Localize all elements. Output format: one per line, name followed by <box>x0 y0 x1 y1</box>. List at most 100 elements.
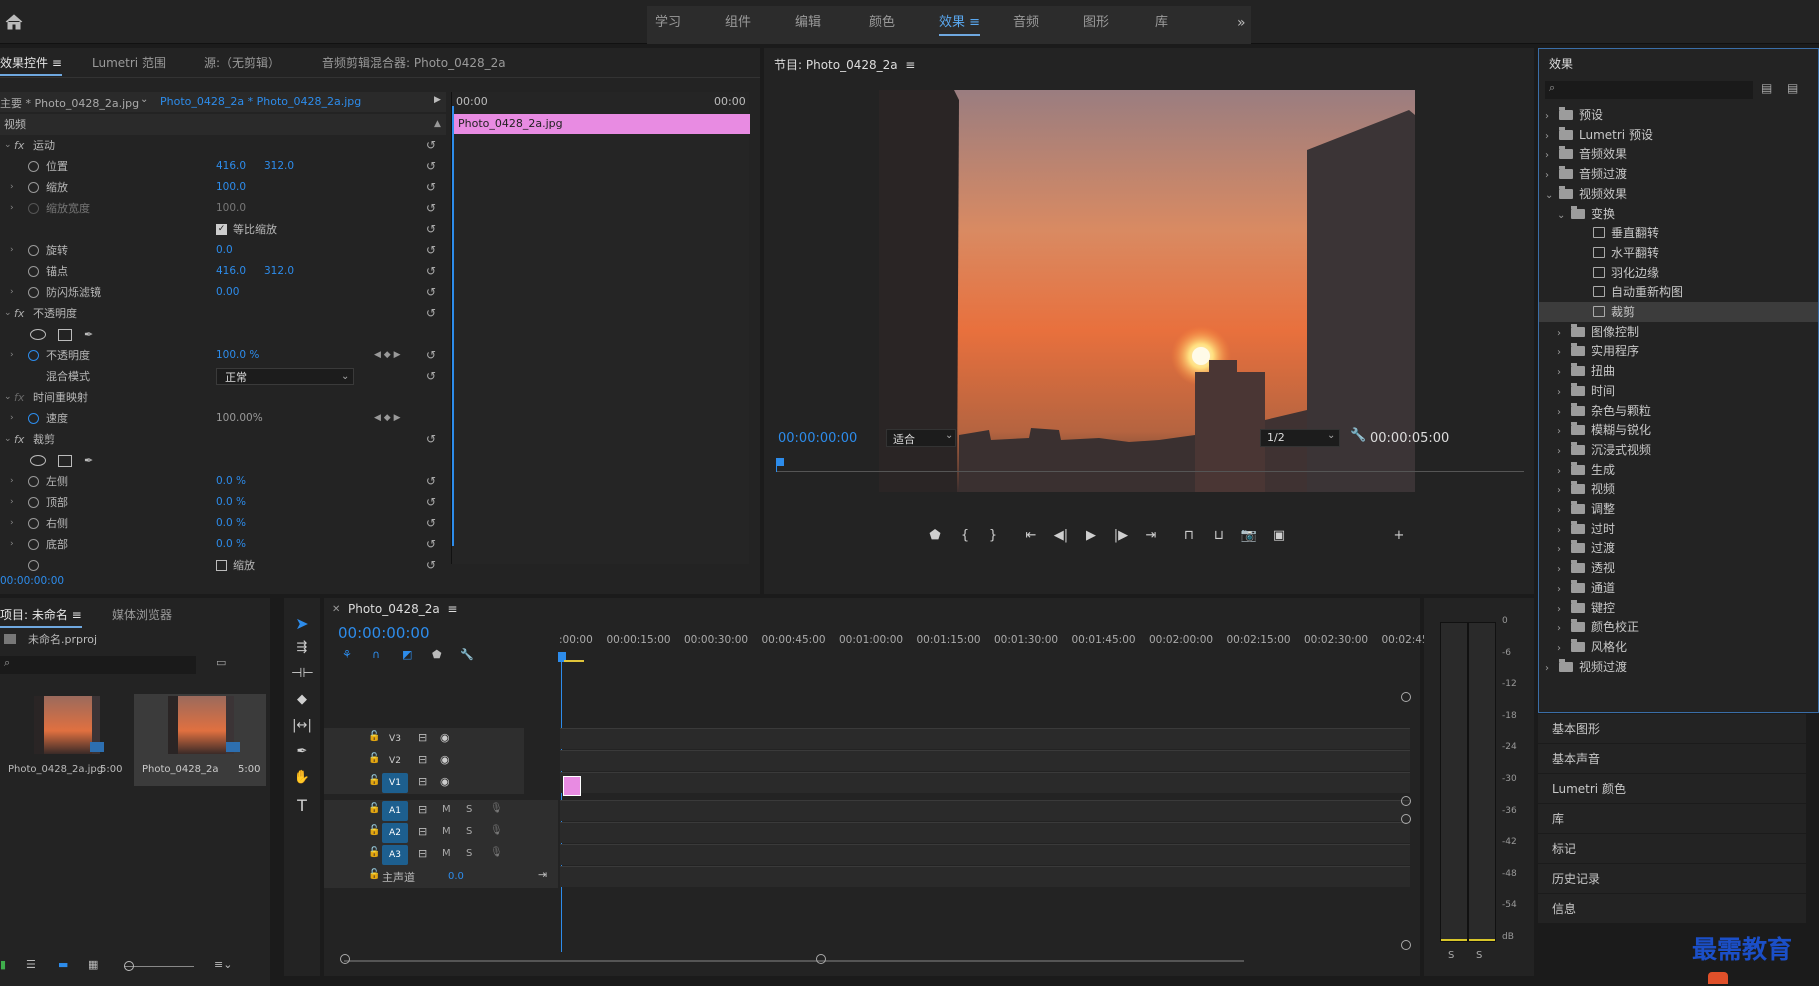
compare-icon[interactable]: ▣ <box>1268 528 1290 543</box>
ellipse-mask-icon[interactable] <box>30 329 46 340</box>
go-to-end-icon[interactable]: ⇥ <box>538 868 547 881</box>
position-x[interactable]: 416.0 <box>216 156 246 177</box>
pen-mask-icon[interactable]: ✒ <box>84 450 93 471</box>
motion-header[interactable]: ⌄ fx 运动 ↺ <box>0 135 446 156</box>
hamburger-icon[interactable]: ≡ <box>965 15 980 30</box>
plus-icon[interactable]: + <box>1388 528 1410 543</box>
step-back-icon[interactable]: ◀| <box>1050 528 1072 543</box>
reset-icon[interactable]: ↺ <box>426 261 436 282</box>
crop-bottom-value[interactable]: 0.0 % <box>216 534 246 555</box>
workspace-tab[interactable]: 组件 <box>725 10 751 36</box>
lock-icon[interactable]: 🔓 <box>368 869 380 880</box>
scroll-handle-right[interactable] <box>816 954 826 964</box>
effect-folder[interactable]: › 生成 <box>1539 460 1818 480</box>
chevron-right-icon[interactable]: › <box>1545 659 1559 679</box>
lock-icon[interactable]: 🔓 <box>368 775 380 786</box>
sync-lock-icon[interactable]: ⊟ <box>418 731 427 744</box>
home-icon[interactable] <box>4 13 24 31</box>
stopwatch-icon[interactable] <box>28 539 39 550</box>
effect-folder[interactable]: › 透视 <box>1539 558 1818 578</box>
sync-lock-icon[interactable]: ⊟ <box>418 847 427 860</box>
pen-tool-icon[interactable]: ✒ <box>291 744 313 759</box>
new-preset-bin-icon[interactable]: ▤ <box>1787 81 1798 95</box>
scroll-handle-left[interactable] <box>340 954 350 964</box>
anchor-x[interactable]: 416.0 <box>216 261 246 282</box>
project-item[interactable]: Photo_0428_2a.jpg 5:00 <box>4 694 124 786</box>
tab-source[interactable]: 源:（无剪辑） <box>204 50 280 76</box>
effect-folder[interactable]: › 扭曲 <box>1539 361 1818 381</box>
tab-media-browser[interactable]: 媒体浏览器 <box>112 602 172 628</box>
effect-folder[interactable]: › 颜色校正 <box>1539 617 1818 637</box>
tab-lumetri-scopes[interactable]: Lumetri 范围 <box>92 50 166 76</box>
track-target-button[interactable]: A3 <box>382 845 408 865</box>
extract-icon[interactable]: ⊔ <box>1208 528 1230 543</box>
video-track-lane[interactable] <box>560 772 1410 793</box>
effect-controls-timecode[interactable]: 00:00:00:00 <box>0 575 64 587</box>
list-view-icon[interactable]: ☰ <box>26 958 36 971</box>
uniform-scale-checkbox[interactable]: ✓ <box>216 224 227 235</box>
stacked-panel-item[interactable]: 基本图形 <box>1538 714 1806 744</box>
effect-item[interactable]: 垂直翻转 <box>1539 223 1818 243</box>
workspace-tab[interactable]: 效果 ≡ <box>939 10 981 36</box>
play-triangle-icon[interactable]: ▶ <box>434 95 441 105</box>
freeform-view-icon[interactable]: ▦ <box>88 958 98 971</box>
timeline-clip[interactable] <box>563 776 581 796</box>
selection-tool-icon[interactable]: ➤ <box>291 614 313 633</box>
lock-icon[interactable]: 🔓 <box>368 753 380 764</box>
effect-folder[interactable]: › 杂色与颗粒 <box>1539 401 1818 421</box>
type-tool-icon[interactable]: T <box>291 796 313 815</box>
tab-effect-controls[interactable]: 效果控件 ≡ <box>0 50 62 76</box>
close-icon[interactable]: ✕ <box>332 604 340 615</box>
project-search-input[interactable]: ⌕ <box>0 656 196 674</box>
program-title[interactable]: 节目: Photo_0428_2a ≡ <box>774 56 915 73</box>
time-remap-header[interactable]: ⌄ fx 时间重映射 <box>0 387 446 408</box>
effect-item[interactable]: 自动重新构图 <box>1539 282 1818 302</box>
workspace-tab[interactable]: 图形 <box>1083 10 1109 36</box>
effect-folder[interactable]: › 预设 <box>1539 105 1818 125</box>
timeline-h-scrollbar[interactable] <box>344 960 1244 962</box>
video-track-lane[interactable] <box>560 750 1410 771</box>
effect-folder[interactable]: ⌄ 视频效果 <box>1539 184 1818 204</box>
sort-icon[interactable]: ≡⌄ <box>214 958 232 971</box>
sync-lock-icon[interactable]: ⊟ <box>418 803 427 816</box>
stacked-panel-item[interactable]: 历史记录 <box>1538 864 1806 894</box>
effect-folder[interactable]: › Lumetri 预设 <box>1539 125 1818 145</box>
add-marker-icon[interactable]: ⬟ <box>924 528 946 543</box>
v-scroll-handle[interactable] <box>1401 814 1411 824</box>
v-scroll-handle[interactable] <box>1401 940 1411 950</box>
ripple-edit-tool-icon[interactable]: ⊣⊢ <box>291 666 314 681</box>
solo-button[interactable]: S <box>466 826 472 837</box>
snap-icon[interactable]: ⚘ <box>342 648 352 661</box>
lock-icon[interactable]: 🔓 <box>368 825 380 836</box>
mute-button[interactable]: M <box>442 826 451 837</box>
tab-project[interactable]: 项目: 未命名 ≡ <box>0 602 82 628</box>
resolution-select[interactable]: 1/2 ⌄ <box>1260 429 1340 447</box>
eye-icon[interactable]: ◉ <box>440 753 450 766</box>
go-to-in-icon[interactable]: ⇤ <box>1020 528 1042 543</box>
reset-icon[interactable]: ↺ <box>426 240 436 261</box>
stopwatch-icon[interactable] <box>28 476 39 487</box>
blend-mode-select[interactable]: 正常 ⌄ <box>216 368 354 385</box>
scale-value[interactable]: 100.0 <box>216 177 246 198</box>
video-track-lane[interactable] <box>560 728 1410 749</box>
reset-icon[interactable]: ↺ <box>426 135 436 156</box>
workspace-tab[interactable]: 库 <box>1155 10 1168 36</box>
track-target-button[interactable]: V2 <box>382 751 408 771</box>
lock-icon[interactable]: 🔓 <box>368 731 380 742</box>
rectangle-mask-icon[interactable] <box>58 455 72 467</box>
effects-panel-title[interactable]: 效果 <box>1549 55 1573 72</box>
reset-icon[interactable]: ↺ <box>426 429 436 450</box>
fit-select[interactable]: 适合 ⌄ <box>886 429 956 447</box>
effect-folder[interactable]: › 过渡 <box>1539 538 1818 558</box>
folder-icon[interactable]: ▭ <box>216 656 226 669</box>
effects-search-input[interactable]: ⌕ <box>1545 81 1753 99</box>
program-timecode[interactable]: 00:00:00:00 <box>778 431 857 446</box>
wrench-icon[interactable]: 🔧 <box>1350 428 1366 443</box>
reset-icon[interactable]: ↺ <box>426 471 436 492</box>
solo-right-button[interactable]: S <box>1476 950 1482 961</box>
tab-audio-clip-mixer[interactable]: 音频剪辑混合器: Photo_0428_2a <box>322 50 506 76</box>
effect-folder[interactable]: › 通道 <box>1539 578 1818 598</box>
workspace-tab[interactable]: 颜色 <box>869 10 895 36</box>
stopwatch-icon[interactable] <box>28 266 39 277</box>
microphone-icon[interactable]: 🎙 <box>490 825 503 836</box>
